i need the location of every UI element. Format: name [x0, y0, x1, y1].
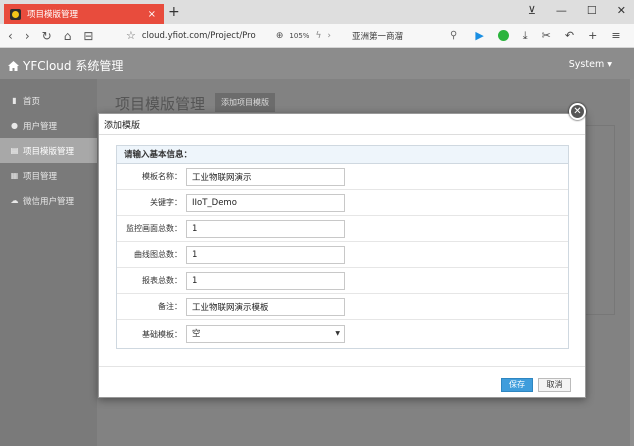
- minimize-button[interactable]: —: [556, 4, 567, 17]
- address-bar: ‹ › ↻ ⌂ ⊟ ☆ cloud.yfiot.com/Project/Pro …: [0, 24, 634, 48]
- new-tab-button[interactable]: +: [168, 4, 180, 20]
- sidebar-item-label: 微信用户管理: [23, 196, 75, 207]
- form-row-report-count: 报表总数：: [117, 268, 568, 294]
- sidebar-item-home[interactable]: ▮ 首页: [0, 88, 97, 113]
- sidebar-item-wechat-users[interactable]: ☁ 微信用户管理: [0, 188, 97, 213]
- curve-count-input[interactable]: [186, 245, 345, 264]
- home-icon: [8, 60, 19, 71]
- download-icon[interactable]: ⤓: [523, 29, 528, 43]
- field-label: 基础模板：: [142, 329, 182, 339]
- form-row-remark: 备注：: [117, 294, 568, 320]
- lightning-icon[interactable]: ϟ: [315, 31, 321, 41]
- keyword-input[interactable]: [186, 193, 345, 212]
- maximize-button[interactable]: ☐: [587, 4, 597, 17]
- field-label: 监控画面总数：: [126, 224, 182, 233]
- template-name-input[interactable]: [186, 167, 345, 186]
- remark-input[interactable]: [186, 297, 345, 316]
- sidebar-item-projects[interactable]: ▦ 项目管理: [0, 163, 97, 188]
- brand-title: YFCloud 系统管理: [23, 59, 124, 73]
- browser-tab-bar: 项目模版管理 × + ⊻ — ☐ ✕: [0, 0, 634, 24]
- dropdown-arrow-icon: ▼: [335, 330, 340, 337]
- reader-icon[interactable]: ⊟: [83, 29, 93, 43]
- sidebar-item-template[interactable]: ▤ 项目模版管理: [0, 138, 97, 163]
- brand[interactable]: YFCloud 系统管理: [8, 57, 123, 74]
- plus-icon[interactable]: +: [588, 29, 597, 42]
- scissors-icon[interactable]: ✂: [542, 29, 551, 42]
- window-controls: ⊻ — ☐ ✕: [528, 4, 626, 17]
- form-row-base-template: 基础模板： 空 ▼: [117, 320, 568, 348]
- browser-tab[interactable]: 项目模版管理 ×: [4, 4, 164, 24]
- sidebar-item-label: 项目模版管理: [23, 146, 75, 157]
- select-value: 空: [192, 329, 201, 339]
- search-box-text[interactable]: 亚洲第一商溜: [352, 30, 432, 42]
- home-icon[interactable]: ⌂: [64, 29, 72, 43]
- form-row-curve-count: 曲线图总数：: [117, 242, 568, 268]
- user-icon: ●: [11, 121, 18, 130]
- search-icon[interactable]: ⚲: [450, 30, 457, 41]
- zoom-icon: ⊕: [275, 30, 284, 41]
- modal-title: 添加模版: [104, 121, 141, 131]
- save-button[interactable]: 保存: [501, 378, 533, 392]
- field-label: 曲线图总数：: [134, 250, 182, 259]
- sidebar-item-label: 项目管理: [23, 171, 58, 182]
- app-header: YFCloud 系统管理 System ▾: [0, 49, 634, 79]
- tab-close-icon[interactable]: ×: [148, 9, 156, 20]
- user-menu[interactable]: System ▾: [569, 59, 612, 70]
- field-label: 备注：: [158, 302, 182, 311]
- site-favicon-icon: [10, 8, 21, 20]
- add-template-modal: 添加模版 请输入基本信息： 模板名称： 关键字： 监控画面总数： 曲线图总数： …: [98, 113, 586, 398]
- sidebar: ▮ 首页 ● 用户管理 ▤ 项目模版管理 ▦ 项目管理 ☁ 微信用户管理: [0, 79, 97, 446]
- bookmark-star-icon[interactable]: ☆: [126, 29, 136, 42]
- zoom-level[interactable]: 105%: [289, 32, 309, 40]
- cloud-icon: ☁: [10, 196, 19, 205]
- back-icon[interactable]: ‹: [8, 29, 13, 43]
- form-section-header: 请输入基本信息：: [117, 146, 568, 164]
- window-menu-icon[interactable]: ⊻: [528, 4, 536, 17]
- field-label: 关键字：: [150, 198, 182, 207]
- field-label: 报表总数：: [142, 276, 182, 285]
- form-row-keyword: 关键字：: [117, 190, 568, 216]
- template-form: 请输入基本信息： 模板名称： 关键字： 监控画面总数： 曲线图总数： 报表总数：…: [116, 145, 569, 349]
- sidebar-item-users[interactable]: ● 用户管理: [0, 113, 97, 138]
- tab-title: 项目模版管理: [27, 10, 79, 20]
- menu-icon[interactable]: ≡: [611, 29, 620, 42]
- report-count-input[interactable]: [186, 271, 345, 290]
- bar-chart-icon: ▮: [12, 96, 17, 105]
- play-icon[interactable]: ▶: [475, 29, 483, 42]
- browser-toolbar: ▶ ⤓ ✂ ↶ + ≡: [475, 29, 620, 43]
- form-row-monitor-count: 监控画面总数：: [117, 216, 568, 242]
- cancel-button[interactable]: 取消: [538, 378, 571, 392]
- form-row-name: 模板名称：: [117, 164, 568, 190]
- field-label: 模板名称：: [142, 172, 182, 181]
- forward-icon[interactable]: ›: [25, 29, 30, 43]
- wechat-icon[interactable]: [497, 30, 509, 41]
- reload-icon[interactable]: ↻: [42, 29, 52, 43]
- close-window-button[interactable]: ✕: [617, 4, 626, 17]
- grid-icon: ▦: [10, 171, 19, 180]
- footer-divider: [99, 366, 585, 367]
- chevron-right-icon[interactable]: ›: [327, 31, 331, 41]
- monitor-count-input[interactable]: [186, 219, 345, 238]
- base-template-select[interactable]: 空 ▼: [186, 325, 345, 343]
- nav-buttons: ‹ › ↻ ⌂ ⊟: [8, 29, 118, 43]
- divider: [99, 134, 585, 135]
- undo-icon[interactable]: ↶: [565, 29, 574, 42]
- scrollbar[interactable]: [630, 79, 634, 446]
- close-icon[interactable]: ✕: [569, 103, 586, 120]
- file-icon: ▤: [10, 146, 19, 155]
- add-template-button[interactable]: 添加项目模版: [215, 93, 275, 112]
- sidebar-item-label: 用户管理: [23, 121, 58, 132]
- sidebar-item-label: 首页: [23, 96, 41, 107]
- url-box[interactable]: ☆ cloud.yfiot.com/Project/Pro ⊕ 105% ϟ ›: [126, 29, 334, 42]
- url-text[interactable]: cloud.yfiot.com/Project/Pro: [142, 31, 272, 41]
- page-title: 项目模版管理: [115, 95, 206, 113]
